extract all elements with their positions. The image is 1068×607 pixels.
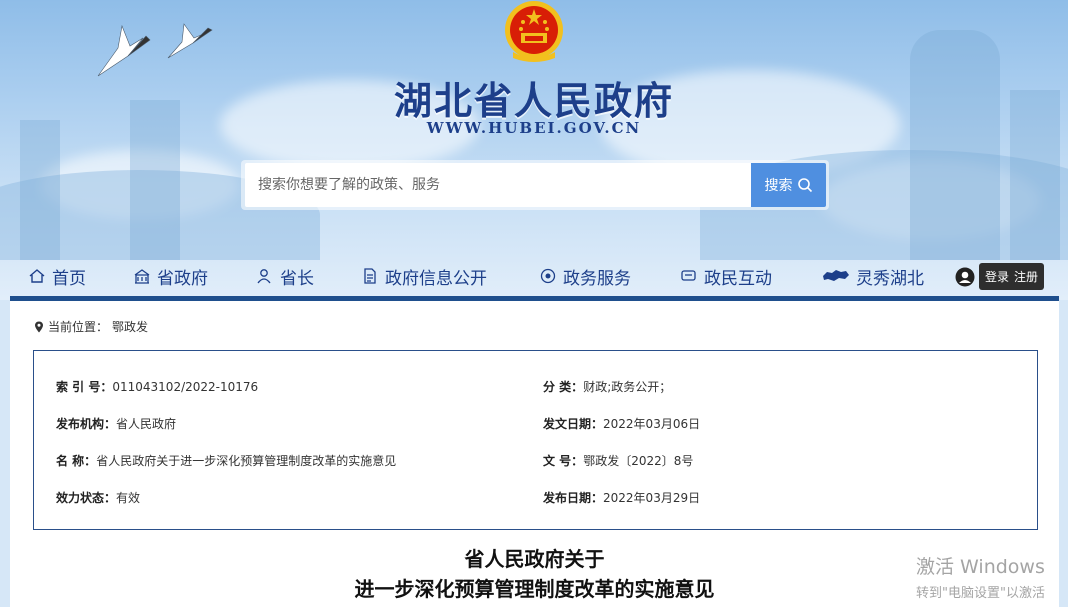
search-button-label: 搜索 <box>764 178 793 194</box>
meta-value: 有效 <box>116 491 141 505</box>
search-icon <box>797 178 812 193</box>
content-panel: 当前位置： 鄂政发 索 引 号：011043102/2022-10176 分 类… <box>10 301 1059 607</box>
nav-item-provincial-government[interactable]: 省政府 <box>133 264 208 289</box>
nav-item-label: 政务服务 <box>563 268 631 289</box>
meta-label: 索 引 号： <box>56 380 113 394</box>
site-url: WWW.HUBEI.GOV.CN <box>426 119 642 137</box>
meta-value: 鄂政发〔2022〕8号 <box>583 454 694 468</box>
login-link[interactable]: 登录 <box>985 268 1009 285</box>
meta-publish-date: 发布日期：2022年03月29日 <box>543 489 700 506</box>
hubei-map-icon <box>823 270 849 281</box>
meta-category: 分 类：财政;政务公开； <box>543 378 671 395</box>
service-icon <box>540 268 556 284</box>
nav-item-lingxiu-hubei[interactable]: 灵秀湖北 <box>822 264 924 289</box>
register-link[interactable]: 注册 <box>1014 268 1038 285</box>
meta-label: 文 号： <box>543 454 584 468</box>
nav-item-label: 政府信息公开 <box>385 268 487 289</box>
nav-item-label: 政民互动 <box>704 268 772 289</box>
search-bar: 搜索 <box>241 160 829 210</box>
document-icon <box>364 268 376 284</box>
breadcrumb-current[interactable]: 鄂政发 <box>112 318 148 335</box>
nav-item-info-disclosure[interactable]: 政府信息公开 <box>361 264 487 289</box>
breadcrumb: 当前位置： 鄂政发 <box>34 318 148 335</box>
site-title: 湖北省人民政府 <box>393 79 674 123</box>
meta-label: 发文日期： <box>543 417 604 431</box>
main-nav: 首页 省政府 省长 政府信息公开 政务服务 政民互动 灵秀湖北 登录 注册 <box>0 256 1068 296</box>
user-icon[interactable] <box>955 267 975 287</box>
meta-label: 发布机构： <box>56 417 117 431</box>
nav-item-home[interactable]: 首页 <box>28 264 86 289</box>
location-pin-icon <box>35 321 43 332</box>
user-area: 登录 注册 <box>955 263 1045 290</box>
person-icon <box>257 269 271 284</box>
building-icon <box>134 269 150 284</box>
meta-label: 效力状态： <box>56 491 117 505</box>
watermark-line2: 转到"电脑设置"以激活 <box>916 586 1045 601</box>
search-button[interactable]: 搜索 <box>751 163 826 207</box>
nav-item-label: 省政府 <box>157 268 208 289</box>
nav-item-label: 省长 <box>280 268 314 289</box>
document-title-line2: 进一步深化预算管理制度改革的实施意见 <box>354 577 715 601</box>
nav-item-label: 灵秀湖北 <box>856 268 924 289</box>
yellow-crane-tower-silhouette <box>910 30 1000 260</box>
meta-doc-date: 发文日期：2022年03月06日 <box>543 415 700 432</box>
nav-item-government-services[interactable]: 政务服务 <box>539 264 631 289</box>
home-icon <box>29 269 45 283</box>
meta-value: 省人民政府 <box>116 417 177 431</box>
meta-label: 名 称： <box>56 454 97 468</box>
building-silhouette <box>20 120 60 260</box>
nav-item-label: 首页 <box>52 268 86 289</box>
nav-item-public-interaction[interactable]: 政民互动 <box>680 264 772 289</box>
meta-value: 财政;政务公开； <box>583 380 672 394</box>
meta-doc-number: 文 号：鄂政发〔2022〕8号 <box>543 452 693 469</box>
login-register-button[interactable]: 登录 注册 <box>979 263 1045 290</box>
meta-value: 省人民政府关于进一步深化预算管理制度改革的实施意见 <box>96 454 397 468</box>
nav-item-governor[interactable]: 省长 <box>256 264 314 289</box>
search-input[interactable] <box>245 163 751 207</box>
meta-value: 2022年03月06日 <box>603 417 701 431</box>
watermark-line1: 激活 Windows <box>916 556 1045 578</box>
meta-status: 效力状态：有效 <box>56 489 140 506</box>
meta-value: 2022年03月29日 <box>603 491 701 505</box>
document-title-line1: 省人民政府关于 <box>464 547 605 571</box>
meta-value: 011043102/2022-10176 <box>112 380 259 394</box>
header-banner: 湖北省人民政府 WWW.HUBEI.GOV.CN 搜索 <box>0 0 1068 300</box>
meta-label: 发布日期： <box>543 491 604 505</box>
chat-icon <box>681 270 696 281</box>
meta-issuer: 发布机构：省人民政府 <box>56 415 176 432</box>
document-metadata-table: 索 引 号：011043102/2022-10176 分 类：财政;政务公开； … <box>33 350 1038 530</box>
national-emblem-icon <box>505 1 563 62</box>
meta-index-number: 索 引 号：011043102/2022-10176 <box>56 378 258 395</box>
breadcrumb-prefix: 当前位置： <box>48 320 109 334</box>
meta-name: 名 称：省人民政府关于进一步深化预算管理制度改革的实施意见 <box>56 452 396 469</box>
meta-label: 分 类： <box>543 380 584 394</box>
windows-activation-watermark: 激活 Windows 转到"电脑设置"以激活 <box>916 552 1045 601</box>
